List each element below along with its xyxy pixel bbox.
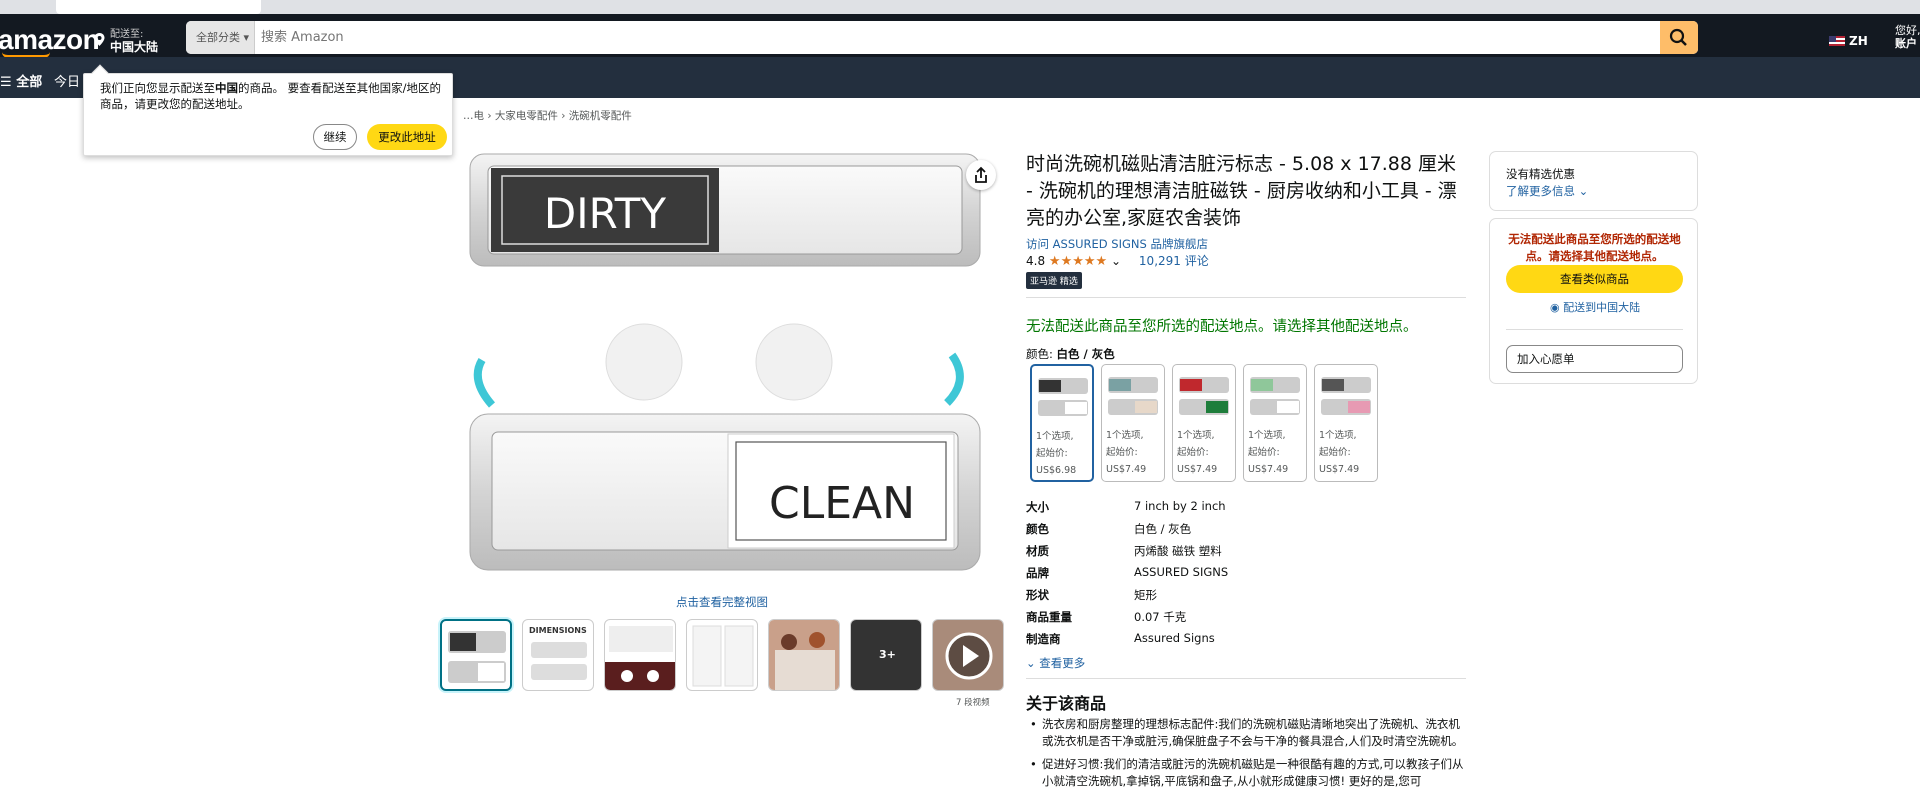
change-address-button[interactable]: 更改此地址 (367, 124, 447, 150)
breadcrumb: …电 › 大家电零配件 › 洗碗机零配件 (463, 110, 632, 122)
product-title: 时尚洗碗机磁贴清洁脏污标志 - 5.08 x 17.88 厘米 - 洗碗机的理想… (1026, 153, 1457, 229)
search-icon (1669, 28, 1687, 46)
breadcrumb-item[interactable]: 洗碗机零配件 (569, 110, 632, 122)
ship-to-link[interactable]: ◉ 配送到中国大陆 (1550, 299, 1640, 315)
thumbnail-more[interactable]: 3+ (850, 619, 922, 691)
color-swatch[interactable]: 1个选项, 起始价: US$7.49 (1172, 364, 1236, 482)
learn-more-link[interactable]: 了解更多信息 ⌄ (1506, 183, 1588, 199)
dirty-label: DIRTY (544, 189, 667, 238)
swatch-text: 1个选项, 起始价: US$7.49 (1106, 430, 1147, 475)
video-count: 7 段视频 (956, 698, 990, 708)
top-header: amazon 配送至: 中国大陆 全部分类 ▾ ZH 您好,账户 (0, 14, 1920, 58)
bullet-item: 洗衣房和厨房整理的理想标志配件:我们的洗碗机磁贴清晰地突出了洗碗机、洗衣机或洗衣… (1026, 716, 1466, 750)
buy-box: 无法配送此商品至您所选的配送地点。请选择其他配送地点。 查看类似商品 ◉ 配送到… (1489, 218, 1698, 384)
swatch-text: 1个选项, 起始价: US$7.49 (1248, 430, 1289, 475)
location-pin-icon (94, 33, 105, 46)
review-count-link[interactable]: 10,291 评论 (1139, 254, 1209, 268)
swatch-text: 1个选项, 起始价: US$6.98 (1036, 431, 1077, 476)
search-bar: 全部分类 ▾ (186, 21, 1698, 54)
buybox-warning: 无法配送此商品至您所选的配送地点。请选择其他配送地点。 (1508, 232, 1681, 263)
rating-row[interactable]: 4.8 ★★★★★ ⌄ 10,291 评论 (1026, 252, 1209, 269)
color-swatch[interactable]: 1个选项, 起始价: US$7.49 (1314, 364, 1378, 482)
deals-title: 没有精选优惠 (1506, 167, 1575, 181)
swatch-text: 1个选项, 起始价: US$7.49 (1319, 430, 1360, 475)
color-swatch[interactable]: 1个选项, 起始价: US$7.49 (1101, 364, 1165, 482)
see-similar-button[interactable]: 查看类似商品 (1506, 265, 1683, 293)
us-flag-icon (1829, 36, 1845, 46)
search-category-dropdown[interactable]: 全部分类 ▾ (186, 21, 255, 54)
search-input[interactable] (261, 21, 1561, 54)
star-rating-icon: ★★★★★ (1048, 254, 1108, 269)
deals-box: 没有精选优惠 了解更多信息 ⌄ (1489, 151, 1698, 211)
breadcrumb-item[interactable]: …电 (463, 110, 484, 122)
clean-label: CLEAN (769, 478, 915, 529)
swatch-image (1108, 377, 1158, 415)
unavailable-message: 无法配送此商品至您所选的配送地点。请选择其他配送地点。 (1026, 319, 1418, 335)
bullet-item: 促进好习惯:我们的清洁或脏污的洗碗机磁贴是一种很酷有趣的方式,可以教孩子们从小就… (1026, 756, 1466, 790)
divider (1026, 678, 1466, 679)
account-menu[interactable]: 您好, 账户 (1895, 24, 1920, 50)
thumbnail[interactable] (768, 619, 840, 691)
swatch-image (1321, 377, 1371, 415)
chevron-down-icon: ⌄ (1578, 184, 1589, 198)
divider (1026, 297, 1466, 298)
continue-button[interactable]: 继续 (313, 124, 357, 150)
divider (1506, 329, 1683, 330)
main-product-image[interactable]: DIRTY CLEAN (452, 150, 996, 583)
see-more-link[interactable]: ⌄ 查看更多 (1026, 655, 1085, 671)
color-swatch[interactable]: 1个选项, 起始价: US$6.98 (1030, 364, 1094, 482)
all-menu-button[interactable]: ☰ 全部 (0, 71, 42, 90)
video-thumbnail[interactable] (932, 619, 1004, 691)
thumbnail[interactable] (604, 619, 676, 691)
store-link[interactable]: 访问 ASSURED SIGNS 品牌旗舰店 (1026, 236, 1208, 252)
thumbnail[interactable] (440, 619, 512, 691)
language-selector[interactable]: ZH (1829, 34, 1868, 48)
more-images-count: 3+ (879, 648, 896, 661)
swatch-text: 1个选项, 起始价: US$7.49 (1177, 430, 1218, 475)
share-icon (975, 166, 987, 183)
browser-tab-strip (0, 0, 1920, 14)
color-swatch[interactable]: 1个选项, 起始价: US$7.49 (1243, 364, 1307, 482)
magnet-illustration: DIRTY CLEAN (469, 153, 981, 571)
delivery-popup: 我们正向您显示配送至中国的商品。 要查看配送至其他国家/地区的商品，请更改您的配… (83, 64, 453, 156)
add-to-wishlist-button[interactable]: 加入心愿单 (1506, 345, 1683, 373)
swatch-image (1250, 377, 1300, 415)
full-view-link[interactable]: 点击查看完整视图 (676, 594, 768, 610)
deliver-location: 中国大陆 (110, 40, 159, 54)
thumbnail[interactable] (686, 619, 758, 691)
nav-today[interactable]: 今日 (54, 71, 80, 90)
color-label: 颜色: 白色 / 灰色 (1026, 347, 1115, 361)
share-button[interactable] (966, 160, 996, 190)
swatch-image (1179, 377, 1229, 415)
thumbnail[interactable]: DIMENSIONS (522, 619, 594, 691)
about-heading: 关于该商品 (1026, 694, 1107, 713)
about-bullets: 洗衣房和厨房整理的理想标志配件:我们的洗碗机磁贴清晰地突出了洗碗机、洗衣机或洗衣… (1026, 716, 1466, 796)
location-pin-icon: ◉ (1550, 301, 1560, 314)
dimensions-label: DIMENSIONS (529, 626, 587, 635)
amazon-choice-badge: 亚马逊 精选 (1026, 272, 1082, 289)
play-icon (945, 632, 993, 680)
breadcrumb-item[interactable]: 大家电零配件 (495, 110, 558, 122)
browser-tab[interactable] (56, 0, 261, 14)
search-button[interactable] (1660, 21, 1698, 54)
swatch-image (1038, 378, 1088, 416)
rating-value: 4.8 (1026, 254, 1046, 268)
chevron-down-icon[interactable]: ⌄ (1111, 254, 1121, 268)
popup-message: 我们正向您显示配送至中国的商品。 要查看配送至其他国家/地区的商品，请更改您的配… (100, 81, 442, 111)
